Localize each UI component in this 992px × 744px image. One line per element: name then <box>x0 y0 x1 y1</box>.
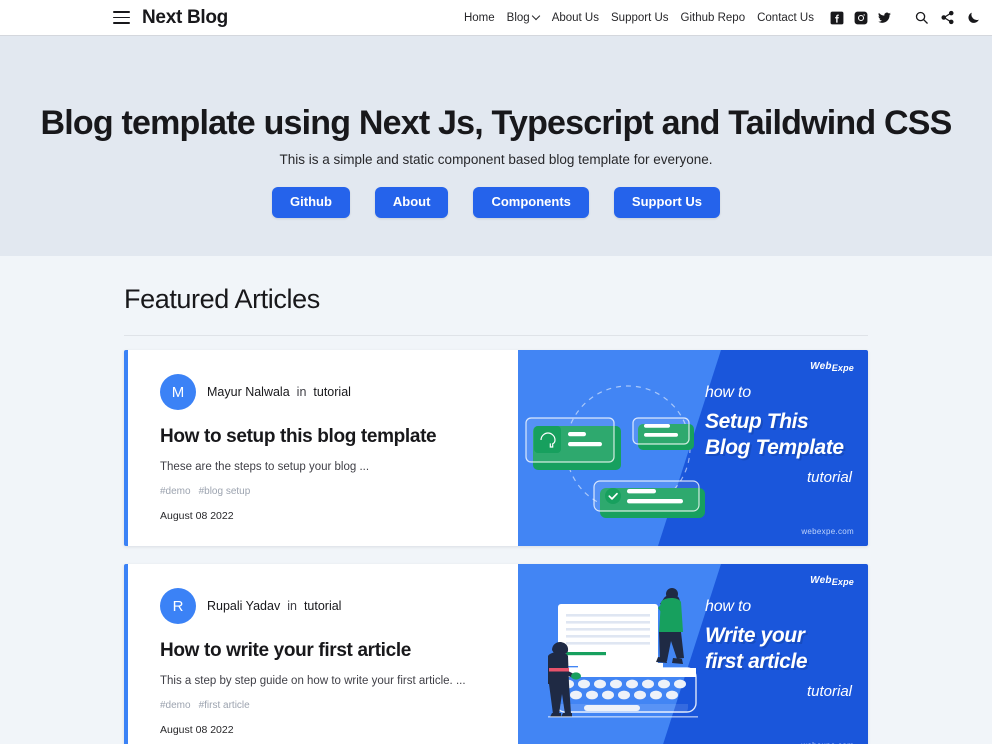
thumbnail-headline: Write your first article <box>705 623 858 674</box>
nav-item-support-us[interactable]: Support Us <box>611 12 669 24</box>
nav-label: Support Us <box>611 11 669 24</box>
category-label[interactable]: tutorial <box>313 385 351 399</box>
main-content: Featured Articles M Mayur Nalwala in tut… <box>0 256 992 744</box>
site-header: Next Blog Home Blog About Us Support Us … <box>0 0 992 36</box>
search-icon[interactable] <box>914 10 929 25</box>
article-author-row: M Mayur Nalwala in tutorial <box>160 374 492 410</box>
article-card[interactable]: R Rupali Yadav in tutorial How to write … <box>124 564 868 744</box>
featured-articles-heading: Featured Articles <box>124 284 320 314</box>
thumbnail-headline: Setup This Blog Template <box>705 409 858 460</box>
thumbnail-tutorial: tutorial <box>806 683 852 701</box>
header-right-group: Home Blog About Us Support Us Github Rep… <box>464 10 981 25</box>
article-tags: #demo #first article <box>160 700 492 711</box>
hamburger-icon[interactable] <box>113 11 130 24</box>
tag[interactable]: #demo <box>160 486 191 497</box>
components-button[interactable]: Components <box>473 187 589 219</box>
thumbnail-text: how to Setup This Blog Template tutorial <box>705 384 858 486</box>
author-name[interactable]: Rupali Yadav <box>207 599 280 613</box>
thumbnail-headline-line1: Setup This <box>705 410 809 433</box>
hero-subtitle: This is a simple and static component ba… <box>279 152 713 168</box>
article-date: August 08 2022 <box>160 724 234 737</box>
page-title: Blog template using Next Js, Typescript … <box>40 104 953 142</box>
thumbnail-url: webexpe.com <box>801 527 854 536</box>
article-card-body: R Rupali Yadav in tutorial How to write … <box>128 564 518 744</box>
author-name[interactable]: Mayur Nalwala <box>207 385 290 399</box>
thumbnail-text: how to Write your first article tutorial <box>705 598 858 700</box>
webexpe-logo: WebExpe <box>810 575 854 587</box>
logo-sub: Expe <box>831 363 854 373</box>
nav-item-about-us[interactable]: About Us <box>552 12 599 24</box>
article-card-body: M Mayur Nalwala in tutorial How to setup… <box>128 350 518 546</box>
article-thumbnail[interactable]: WebExpe how to Write your first article … <box>518 564 868 744</box>
article-title[interactable]: How to write your first article <box>160 640 492 663</box>
tag[interactable]: #demo <box>160 700 191 711</box>
instagram-icon[interactable] <box>853 10 868 25</box>
tag[interactable]: #first article <box>199 700 250 711</box>
section-divider <box>124 335 868 336</box>
article-meta: Rupali Yadav in tutorial <box>207 599 341 613</box>
nav-label: Github Repo <box>680 11 746 24</box>
article-thumbnail[interactable]: WebExpe how to Setup This Blog Template … <box>518 350 868 546</box>
social-links-group <box>829 10 892 25</box>
thumbnail-headline-line1: Write your <box>705 624 805 647</box>
webexpe-logo: WebExpe <box>810 361 854 373</box>
article-author-row: R Rupali Yadav in tutorial <box>160 588 492 624</box>
in-label: in <box>287 599 297 613</box>
logo-main: Web <box>810 361 832 372</box>
article-tags: #demo #blog setup <box>160 486 492 497</box>
article-title[interactable]: How to setup this blog template <box>160 426 492 449</box>
logo-main: Web <box>810 575 832 586</box>
avatar: R <box>160 588 196 624</box>
facebook-icon[interactable] <box>829 10 844 25</box>
nav-label: Home <box>463 11 495 24</box>
logo-sub: Expe <box>831 577 854 587</box>
site-brand-title[interactable]: Next Blog <box>142 7 228 29</box>
thumbnail-tutorial: tutorial <box>806 469 852 487</box>
hero-button-group: Github About Components Support Us <box>0 187 992 219</box>
article-date: August 08 2022 <box>160 510 234 523</box>
article-list: M Mayur Nalwala in tutorial How to setup… <box>124 350 868 744</box>
article-excerpt: These are the steps to setup your blog .… <box>160 460 370 473</box>
nav-item-home[interactable]: Home <box>464 12 495 24</box>
twitter-icon[interactable] <box>877 10 892 25</box>
nav-item-contact-us[interactable]: Contact Us <box>757 12 814 24</box>
share-icon[interactable] <box>940 10 955 25</box>
in-label: in <box>296 385 307 399</box>
thumbnail-howto: how to <box>705 598 751 615</box>
nav-label: About Us <box>551 11 599 24</box>
header-brand-group: Next Blog <box>113 7 228 29</box>
dark-mode-moon-icon[interactable] <box>966 10 981 25</box>
tag[interactable]: #blog setup <box>199 486 251 497</box>
avatar: M <box>160 374 196 410</box>
about-button[interactable]: About <box>374 187 449 219</box>
thumbnail-headline-line2: Blog Template <box>705 435 844 459</box>
hero-section: Blog template using Next Js, Typescript … <box>0 36 992 256</box>
header-tools-group <box>914 10 981 25</box>
main-navigation: Home Blog About Us Support Us Github Rep… <box>464 12 814 24</box>
nav-label: Blog <box>506 11 530 24</box>
nav-label: Contact Us <box>757 11 814 24</box>
article-meta: Mayur Nalwala in tutorial <box>207 385 351 399</box>
github-button[interactable]: Github <box>272 187 350 219</box>
support-us-button[interactable]: Support Us <box>613 187 720 219</box>
person-standing-right <box>656 588 684 664</box>
nav-item-blog[interactable]: Blog <box>507 12 540 24</box>
category-label[interactable]: tutorial <box>304 599 342 613</box>
article-excerpt: This a step by step guide on how to writ… <box>160 674 466 687</box>
chevron-down-icon <box>533 13 540 20</box>
thumbnail-headline-line2: first article <box>705 649 808 673</box>
thumbnail-howto: how to <box>705 384 751 401</box>
nav-item-github-repo[interactable]: Github Repo <box>681 12 746 24</box>
article-card[interactable]: M Mayur Nalwala in tutorial How to setup… <box>124 350 868 546</box>
